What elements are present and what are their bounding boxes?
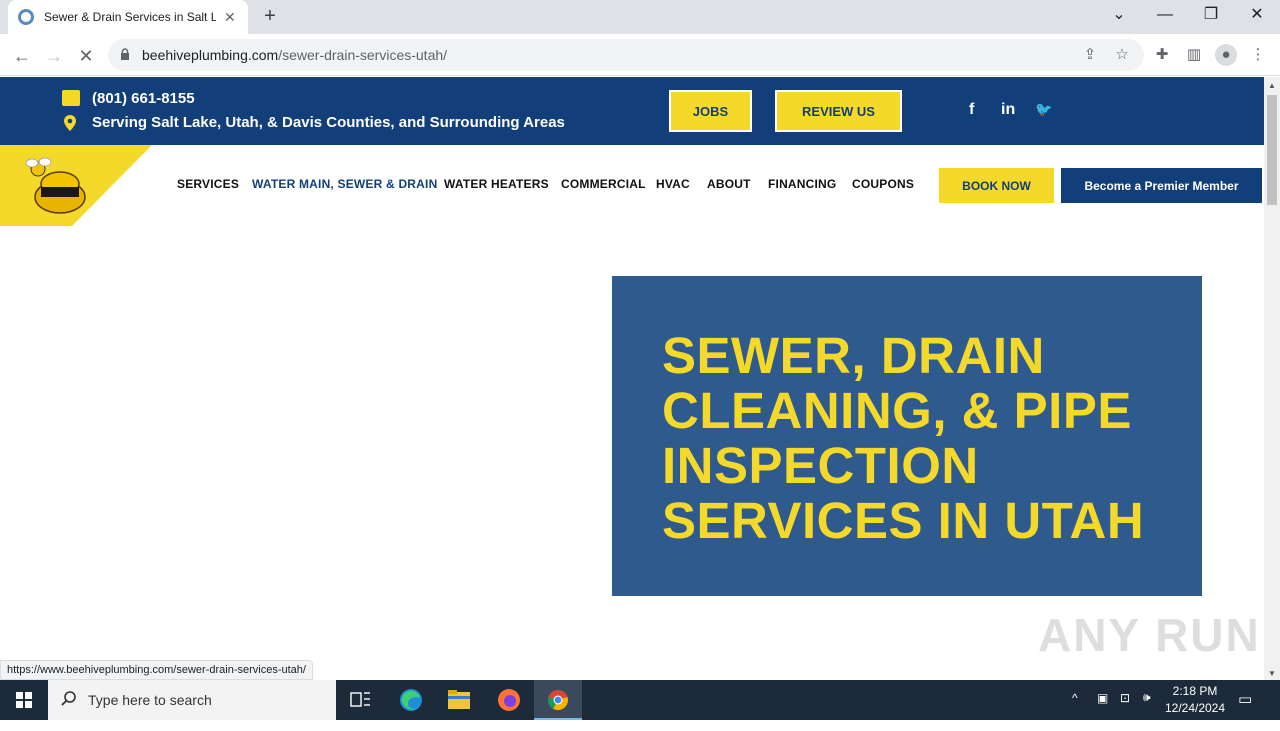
minimize-button[interactable]: — [1142, 0, 1188, 34]
hero-banner: SEWER, DRAIN CLEANING, & PIPE INSPECTION… [612, 276, 1202, 596]
nav-financing[interactable]: FINANCING [768, 177, 836, 191]
network-icon[interactable]: ⊡ [1120, 691, 1130, 731]
nav-commercial[interactable]: COMMERCIAL [561, 177, 646, 191]
jobs-button[interactable]: JOBS [669, 90, 752, 132]
windows-start-icon[interactable] [0, 680, 48, 720]
volume-icon[interactable]: 🕪 [1143, 690, 1151, 730]
taskbar-clock[interactable]: 2:18 PM 12/24/2024 [1160, 683, 1230, 717]
nav-about[interactable]: ABOUT [707, 177, 751, 191]
restore-button[interactable]: ❐ [1188, 0, 1234, 34]
share-icon[interactable]: ⇪ [1080, 45, 1100, 65]
nav-water-heaters[interactable]: WATER HEATERS [444, 177, 549, 191]
scroll-down-arrow-icon[interactable]: ▼ [1268, 669, 1276, 678]
beehive-plumbing-logo[interactable] [0, 145, 152, 226]
task-view-icon[interactable] [340, 686, 380, 714]
url-text: beehiveplumbing.com/sewer-drain-services… [142, 47, 447, 63]
extensions-icon[interactable]: ✚ [1151, 44, 1173, 66]
web-page: (801) 661-8155 Serving Salt Lake, Utah, … [0, 77, 1264, 680]
edge-browser-icon[interactable] [391, 686, 431, 714]
book-now-button[interactable]: BOOK NOW [939, 168, 1054, 203]
location-pin-icon [64, 115, 76, 131]
page-scrollbar[interactable]: ▲ ▼ [1264, 77, 1280, 680]
review-us-button[interactable]: REVIEW US [775, 90, 902, 132]
browser-menu-icon[interactable]: ⋮ [1247, 44, 1269, 66]
clock-time: 2:18 PM [1172, 684, 1218, 698]
search-placeholder: Type here to search [88, 692, 212, 708]
address-bar[interactable]: beehiveplumbing.com/sewer-drain-services… [108, 39, 1144, 71]
tab-close-icon[interactable]: ✕ [224, 9, 236, 26]
browser-tab[interactable]: Sewer & Drain Services in Salt La ✕ [8, 0, 248, 34]
anyrun-watermark: ANY RUN [1038, 609, 1261, 661]
nav-services[interactable]: SERVICES [177, 177, 239, 191]
facebook-icon[interactable]: f [969, 101, 974, 119]
browser-tab-bar: Sewer & Drain Services in Salt La ✕ + ⌄ … [0, 0, 1280, 34]
nav-coupons[interactable]: COUPONS [852, 177, 914, 191]
nav-hvac[interactable]: HVAC [656, 177, 690, 191]
chrome-icon [548, 690, 568, 711]
tab-search-dropdown-icon[interactable]: ⌄ [1096, 0, 1142, 34]
premier-member-button[interactable]: Become a Premier Member [1061, 168, 1262, 203]
url-path: /sewer-drain-services-utah/ [278, 47, 448, 63]
phone-number-link[interactable]: (801) 661-8155 [92, 90, 195, 107]
stop-loading-button[interactable]: ✕ [72, 42, 100, 70]
chrome-taskbar-button[interactable] [534, 680, 582, 720]
new-tab-button[interactable]: + [258, 4, 282, 28]
side-panel-icon[interactable]: ▥ [1183, 44, 1205, 66]
scroll-thumb[interactable] [1267, 95, 1277, 205]
file-explorer-icon[interactable] [439, 686, 479, 714]
meet-now-icon[interactable]: ▣ [1097, 691, 1108, 731]
close-window-button[interactable]: ✕ [1234, 0, 1280, 34]
notifications-icon[interactable]: ▭ [1238, 690, 1252, 730]
linkedin-icon[interactable]: in [1001, 101, 1015, 119]
browser-toolbar: ← → ✕ beehiveplumbing.com/sewer-drain-se… [0, 34, 1280, 76]
hero-title: SEWER, DRAIN CLEANING, & PIPE INSPECTION… [662, 327, 1145, 549]
service-area-text: Serving Salt Lake, Utah, & Davis Countie… [92, 114, 565, 131]
clock-date: 12/24/2024 [1164, 701, 1226, 715]
search-icon [61, 691, 76, 706]
firefox-icon[interactable] [489, 686, 529, 714]
lock-icon [121, 48, 129, 60]
windows-taskbar: Type here to search ^ ▣ ⊡ 🕪 2:18 PM 12/2… [0, 680, 1280, 720]
scroll-up-arrow-icon[interactable]: ▲ [1268, 81, 1276, 90]
bookmark-star-icon[interactable]: ☆ [1112, 45, 1132, 65]
phone-icon [62, 90, 80, 106]
profile-avatar-icon[interactable]: ● [1215, 44, 1237, 66]
show-hidden-icons-icon[interactable]: ^ [1072, 691, 1078, 731]
url-domain: beehiveplumbing.com [142, 47, 279, 63]
twitter-icon[interactable]: 🐦 [1035, 101, 1052, 118]
site-favicon-icon [18, 9, 34, 25]
back-button[interactable]: ← [8, 42, 36, 70]
nav-water-main-sewer-drain[interactable]: WATER MAIN, SEWER & DRAIN [252, 177, 437, 191]
forward-button[interactable]: → [40, 42, 68, 70]
tab-title: Sewer & Drain Services in Salt La [44, 10, 216, 24]
site-top-bar: (801) 661-8155 Serving Salt Lake, Utah, … [0, 77, 1264, 145]
taskbar-search-box[interactable]: Type here to search [48, 680, 336, 720]
link-status-bar: https://www.beehiveplumbing.com/sewer-dr… [0, 660, 313, 680]
